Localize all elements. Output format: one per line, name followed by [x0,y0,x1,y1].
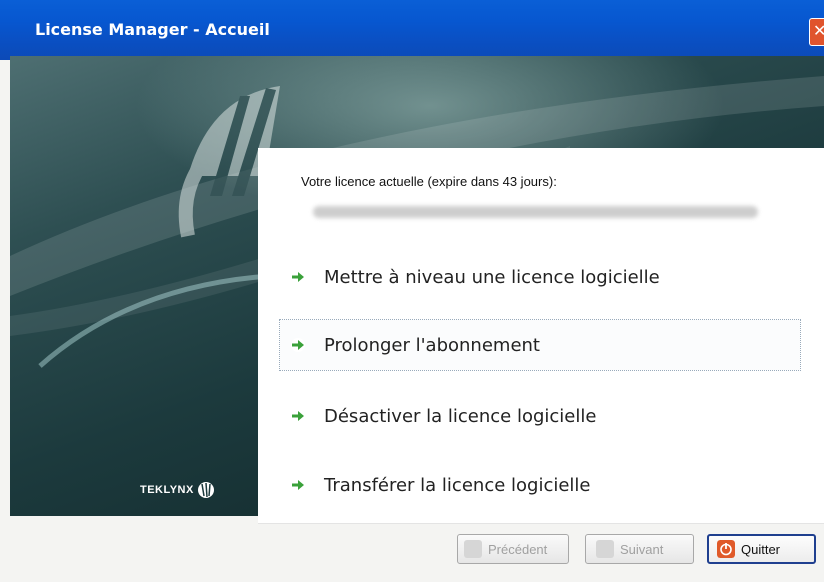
window-title: License Manager - Accueil [35,20,270,39]
extend-subscription-option[interactable]: Prolonger l'abonnement [279,319,801,371]
right-arrow-icon [291,409,305,423]
next-label: Suivant [620,541,664,557]
previous-button[interactable]: Précédent [457,534,569,564]
close-icon[interactable]: ✕ [809,18,824,46]
next-icon [596,540,614,558]
upgrade-license-option[interactable]: Mettre à niveau une licence logicielle [280,252,800,302]
extend-subscription-label: Prolonger l'abonnement [324,334,540,356]
transfer-license-option[interactable]: Transférer la licence logicielle [280,460,800,510]
license-manager-window: License Manager - Accueil ✕ Votre licenc… [0,0,824,582]
footer-divider [258,523,824,524]
teklynx-logo: TEKLYNX [140,480,216,500]
previous-label: Précédent [488,541,548,557]
upgrade-license-label: Mettre à niveau une licence logicielle [324,266,660,288]
title-bar[interactable]: License Manager - Accueil ✕ [0,0,824,60]
next-button[interactable]: Suivant [585,534,694,564]
deactivate-license-option[interactable]: Désactiver la licence logicielle [280,391,800,441]
power-icon [717,540,735,558]
quit-button[interactable]: Quitter [707,534,816,564]
right-arrow-icon [291,270,305,284]
license-name-blurred [313,206,758,218]
previous-icon [464,540,482,558]
transfer-license-label: Transférer la licence logicielle [324,474,591,496]
content-panel: Votre licence actuelle (expire dans 43 j… [258,148,824,523]
deactivate-license-label: Désactiver la licence logicielle [324,405,597,427]
right-arrow-icon [291,338,305,352]
right-arrow-icon [291,478,305,492]
logo-globe-icon [197,482,214,498]
logo-text: TEKLYNX [140,484,194,496]
license-heading: Votre licence actuelle (expire dans 43 j… [301,174,557,189]
quit-label: Quitter [741,541,781,557]
